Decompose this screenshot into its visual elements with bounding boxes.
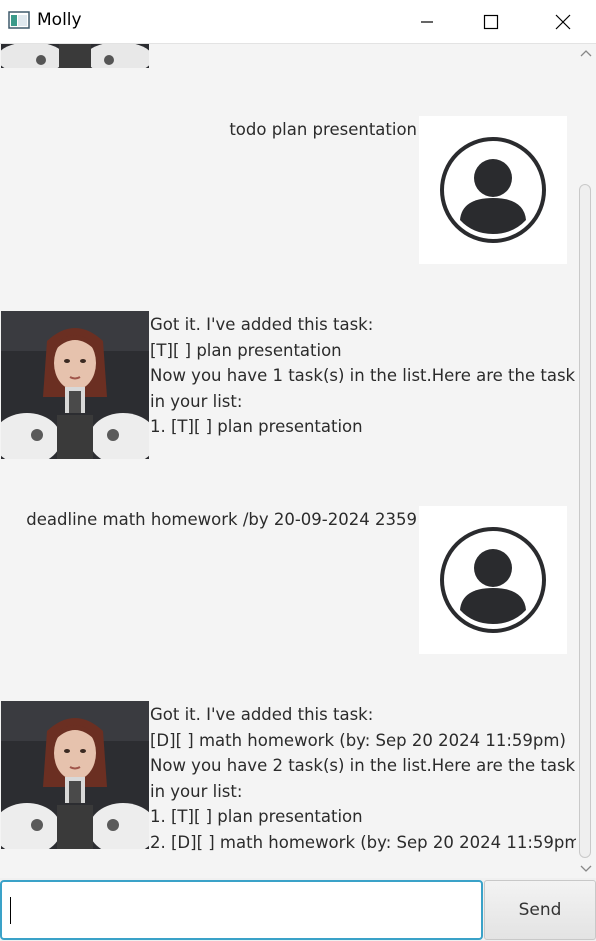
input-row: Send — [0, 878, 596, 941]
scroll-down-button[interactable] — [580, 864, 592, 874]
message-input[interactable] — [0, 880, 483, 940]
robot-woman-portrait-icon — [1, 44, 149, 68]
scroll-up-button[interactable] — [580, 48, 592, 58]
user-profile-icon — [440, 137, 546, 243]
app-window-icon — [8, 11, 30, 29]
bot-message-text: Got it. I've added this task: [D][ ] mat… — [150, 705, 576, 852]
chevron-down-icon — [580, 865, 592, 872]
window-title: Molly — [37, 10, 82, 30]
minimize-button[interactable] — [404, 0, 450, 43]
chat-dialog-area[interactable]: todo plan presentation Got it. I've adde… — [0, 44, 576, 878]
chat-scrollbar[interactable] — [576, 44, 596, 878]
bot-avatar — [1, 701, 149, 849]
minimize-icon — [421, 20, 433, 23]
text-caret — [10, 897, 11, 924]
bot-message-text: Got it. I've added this task: [T][ ] pla… — [150, 315, 576, 436]
maximize-button[interactable] — [468, 0, 514, 43]
scroll-thumb[interactable] — [579, 184, 591, 858]
user-avatar — [419, 506, 567, 654]
window-titlebar[interactable]: Molly — [0, 0, 596, 44]
user-message-text: todo plan presentation — [229, 120, 417, 139]
user-profile-icon — [440, 527, 546, 633]
maximize-icon — [483, 14, 499, 29]
robot-woman-portrait-icon — [1, 701, 149, 849]
close-icon — [555, 14, 571, 29]
user-message-text: deadline math homework /by 20-09-2024 23… — [26, 510, 417, 529]
robot-woman-portrait-icon — [1, 311, 149, 459]
chevron-up-icon — [580, 50, 592, 57]
close-button[interactable] — [540, 0, 586, 43]
send-button[interactable]: Send — [484, 880, 596, 940]
user-avatar — [419, 116, 567, 264]
bot-avatar — [1, 44, 149, 68]
bot-avatar — [1, 311, 149, 459]
